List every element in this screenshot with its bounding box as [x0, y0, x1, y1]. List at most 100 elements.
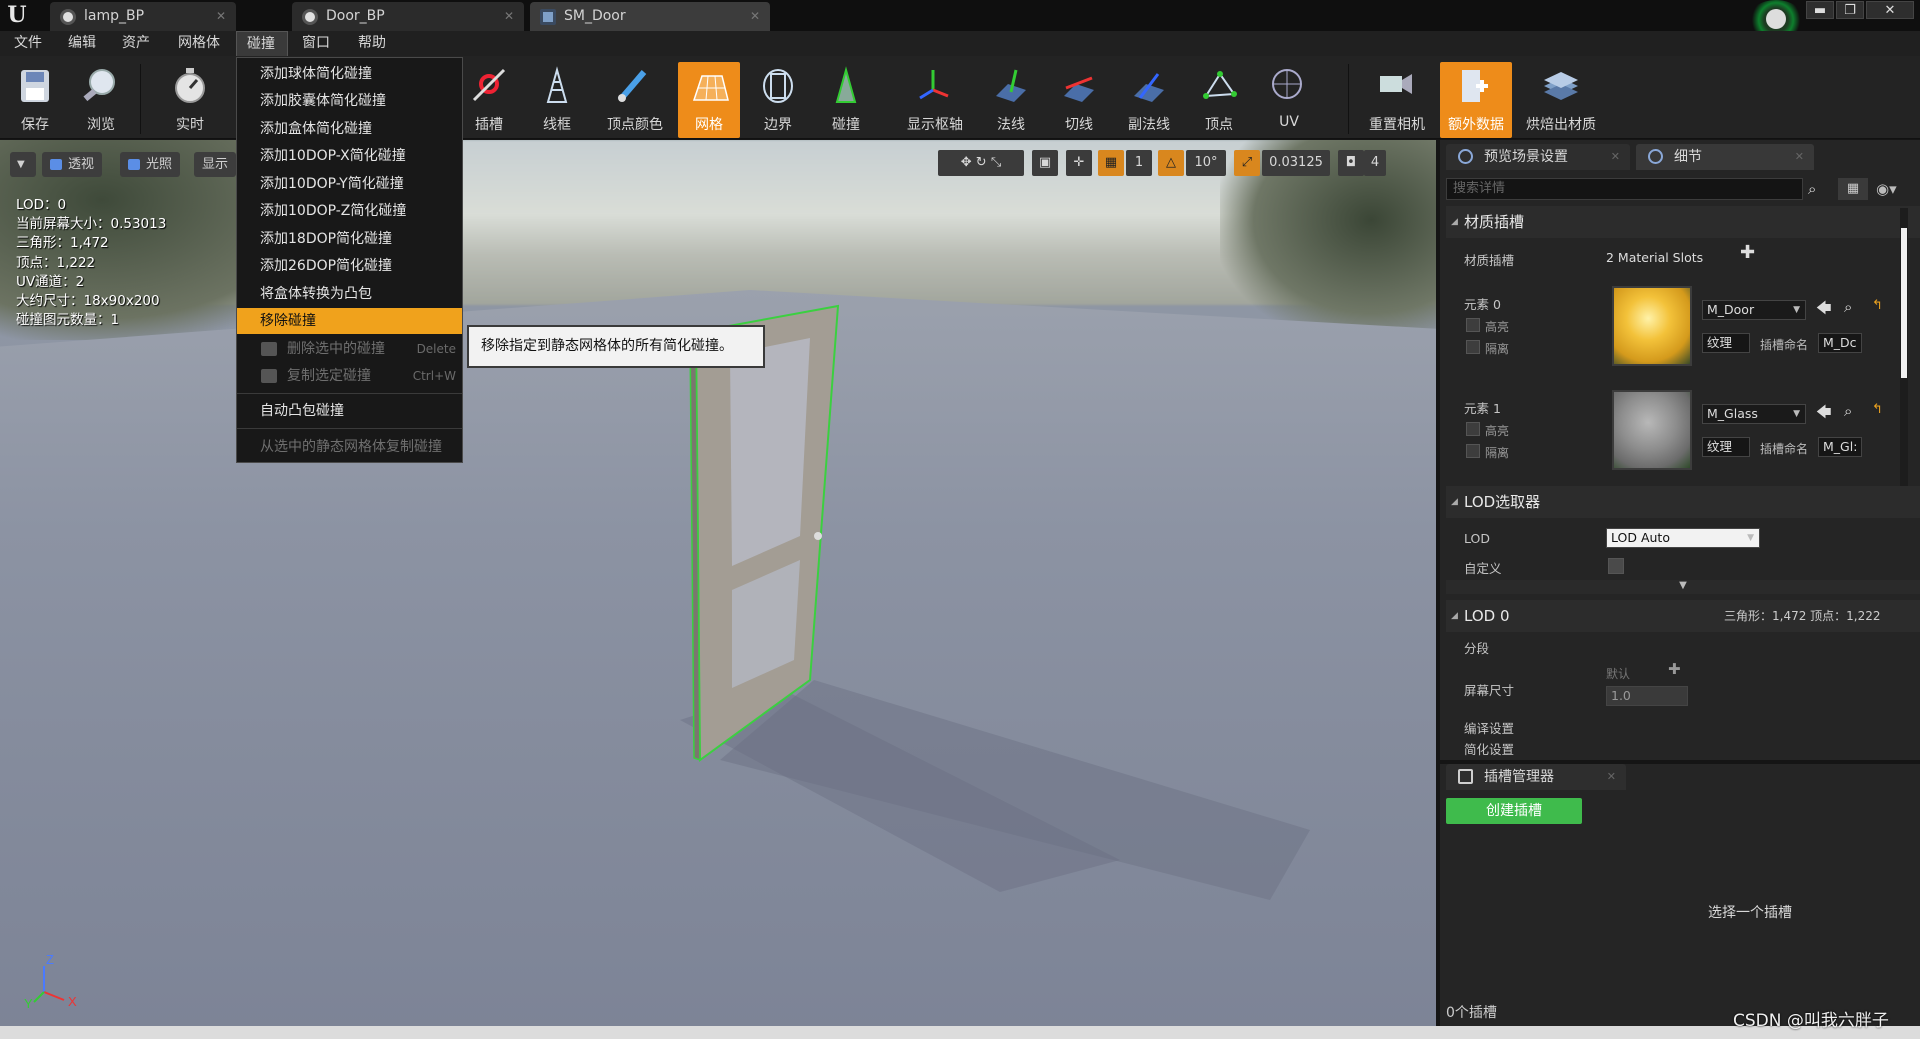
reset-to-default-icon[interactable]: ↰	[1872, 298, 1883, 313]
sections-expander[interactable]: 分段	[1464, 638, 1489, 657]
menu-remove-collision[interactable]: 移除碰撞	[237, 308, 462, 334]
texture-dropdown[interactable]: 纹理	[1702, 333, 1750, 353]
surface-snap-button[interactable]: ✛	[1066, 150, 1092, 176]
unreal-logo-icon[interactable]: U	[4, 2, 30, 28]
use-selected-arrow-icon[interactable]: 🡄	[1816, 298, 1832, 323]
rotation-snap-toggle[interactable]: △	[1158, 150, 1184, 176]
tab-socket-manager[interactable]: 插槽管理器 ✕	[1446, 764, 1626, 790]
coordinate-system-button[interactable]: ▣	[1032, 150, 1058, 176]
menu-add-box-collision[interactable]: 添加盒体简化碰撞	[237, 116, 462, 142]
close-icon[interactable]: ✕	[504, 2, 514, 31]
collision-button[interactable]: 碰撞	[813, 62, 879, 138]
build-settings-expander[interactable]: 编译设置	[1464, 718, 1514, 737]
highlight-checkbox[interactable]	[1466, 318, 1480, 332]
details-search-input[interactable]: 搜索详情	[1446, 178, 1803, 200]
sockets-button[interactable]: 插槽	[456, 62, 522, 138]
grid-toggle-button[interactable]: 网格	[678, 62, 740, 138]
menu-asset[interactable]: 资产	[116, 31, 156, 56]
rotation-snap-value[interactable]: 10°	[1186, 150, 1226, 176]
menu-collision[interactable]: 碰撞	[236, 31, 288, 56]
binormals-button[interactable]: 副法线	[1116, 62, 1182, 138]
menu-add-10dop-x-collision[interactable]: 添加10DOP-X简化碰撞	[237, 143, 462, 169]
menu-add-10dop-y-collision[interactable]: 添加10DOP-Y简化碰撞	[237, 171, 462, 197]
close-icon[interactable]: ✕	[1607, 764, 1616, 790]
use-selected-arrow-icon[interactable]: 🡄	[1816, 402, 1832, 427]
reset-camera-button[interactable]: 重置相机	[1362, 62, 1432, 138]
menu-edit[interactable]: 编辑	[62, 31, 102, 56]
tab-preview-scene-settings[interactable]: 预览场景设置 ✕	[1446, 144, 1630, 170]
close-icon[interactable]: ✕	[1795, 144, 1804, 170]
category-lod-picker[interactable]: LOD选取器	[1446, 486, 1920, 518]
perspective-button[interactable]: 透视	[42, 152, 103, 177]
visibility-eye-icon[interactable]: ◉▾	[1876, 178, 1916, 200]
menu-window[interactable]: 窗口	[296, 31, 336, 56]
tab-details[interactable]: 细节 ✕	[1636, 144, 1814, 170]
transform-mode-buttons[interactable]: ✥ ↻ ⤡	[938, 150, 1024, 176]
material-combo[interactable]: M_Door	[1702, 300, 1806, 320]
scale-snap-toggle[interactable]: ⤢	[1234, 150, 1260, 176]
screen-size-input[interactable]: 1.0	[1606, 686, 1688, 706]
custom-lod-checkbox[interactable]	[1608, 558, 1624, 574]
normals-button[interactable]: 法线	[978, 62, 1044, 138]
menu-add-26dop-collision[interactable]: 添加26DOP简化碰撞	[237, 253, 462, 279]
reduction-settings-expander[interactable]: 简化设置	[1464, 739, 1514, 758]
additional-data-button[interactable]: 额外数据	[1440, 62, 1512, 138]
bounds-button[interactable]: 边界	[745, 62, 811, 138]
bake-material-button[interactable]: 烘焙出材质	[1526, 62, 1596, 138]
restore-button[interactable]: ❐	[1836, 1, 1864, 19]
create-socket-button[interactable]: 创建插槽	[1446, 798, 1582, 824]
show-pivot-button[interactable]: 显示枢轴	[900, 62, 970, 138]
add-screen-size-icon[interactable]: ✚	[1668, 660, 1681, 678]
slot-name-field[interactable]: M_Dc	[1818, 333, 1862, 353]
save-button[interactable]: 保存	[2, 62, 68, 138]
camera-speed-value[interactable]: 4	[1364, 150, 1386, 176]
wireframe-button[interactable]: 线框	[524, 62, 590, 138]
grid-snap-value[interactable]: 1	[1126, 150, 1152, 176]
menu-add-18dop-collision[interactable]: 添加18DOP简化碰撞	[237, 226, 462, 252]
highlight-checkbox[interactable]	[1466, 422, 1480, 436]
menu-file[interactable]: 文件	[8, 31, 48, 56]
browse-asset-icon[interactable]: ⌕	[1844, 298, 1852, 316]
tangents-button[interactable]: 切线	[1046, 62, 1112, 138]
property-matrix-icon[interactable]: ▦	[1838, 178, 1868, 200]
minimize-button[interactable]: ▬	[1806, 1, 1834, 19]
browse-button[interactable]: 浏览	[68, 62, 134, 138]
material-combo[interactable]: M_Glass	[1702, 404, 1806, 424]
mesh-viewport[interactable]: ▼ 透视 光照 显示 LOD：0 当前屏幕大小：0.53013 三角形：1,47…	[0, 140, 1436, 1026]
menu-add-capsule-collision[interactable]: 添加胶囊体简化碰撞	[237, 88, 462, 114]
menu-auto-convex-collision[interactable]: 自动凸包碰撞	[237, 398, 462, 424]
search-icon[interactable]: ⌕	[1808, 180, 1816, 198]
category-material-slots[interactable]: 材质插槽	[1446, 206, 1920, 238]
scrollbar-thumb[interactable]	[1901, 228, 1907, 378]
isolate-checkbox[interactable]	[1466, 340, 1480, 354]
lit-button[interactable]: 光照	[120, 152, 181, 177]
menu-add-10dop-z-collision[interactable]: 添加10DOP-Z简化碰撞	[237, 198, 462, 224]
tab-lamp-bp[interactable]: lamp_BP ✕	[50, 2, 236, 31]
viewport-options-button[interactable]: ▼	[10, 152, 36, 177]
uv-button[interactable]: UV	[1256, 62, 1322, 138]
realtime-button[interactable]: 实时	[157, 62, 223, 138]
menu-add-sphere-collision[interactable]: 添加球体简化碰撞	[237, 61, 462, 87]
material-thumbnail[interactable]	[1612, 390, 1692, 470]
texture-dropdown[interactable]: 纹理	[1702, 437, 1750, 457]
menu-mesh[interactable]: 网格体	[172, 31, 226, 56]
close-window-button[interactable]: ✕	[1866, 1, 1914, 19]
menu-convert-boxes-to-convex[interactable]: 将盒体转换为凸包	[237, 281, 462, 307]
material-thumbnail[interactable]	[1612, 286, 1692, 366]
show-button[interactable]: 显示	[194, 152, 236, 177]
vertex-color-button[interactable]: 顶点颜色	[600, 62, 670, 138]
expand-advanced-icon[interactable]: ▼	[1446, 580, 1920, 594]
vertices-button[interactable]: 顶点	[1186, 62, 1252, 138]
details-scrollbar[interactable]	[1900, 208, 1908, 508]
close-icon[interactable]: ✕	[216, 2, 226, 31]
lod-combo[interactable]: LOD Auto	[1606, 528, 1760, 548]
camera-speed-button[interactable]: ◘	[1338, 150, 1364, 176]
add-material-slot-icon[interactable]: ✚	[1740, 242, 1755, 263]
slot-name-field[interactable]: M_Gl:	[1818, 437, 1862, 457]
tab-sm-door[interactable]: SM_Door ✕	[530, 2, 770, 31]
close-icon[interactable]: ✕	[1611, 144, 1620, 170]
scale-snap-value[interactable]: 0.03125	[1262, 150, 1330, 176]
grid-snap-toggle[interactable]: ▦	[1098, 150, 1124, 176]
browse-asset-icon[interactable]: ⌕	[1844, 402, 1852, 420]
menu-help[interactable]: 帮助	[352, 31, 392, 56]
